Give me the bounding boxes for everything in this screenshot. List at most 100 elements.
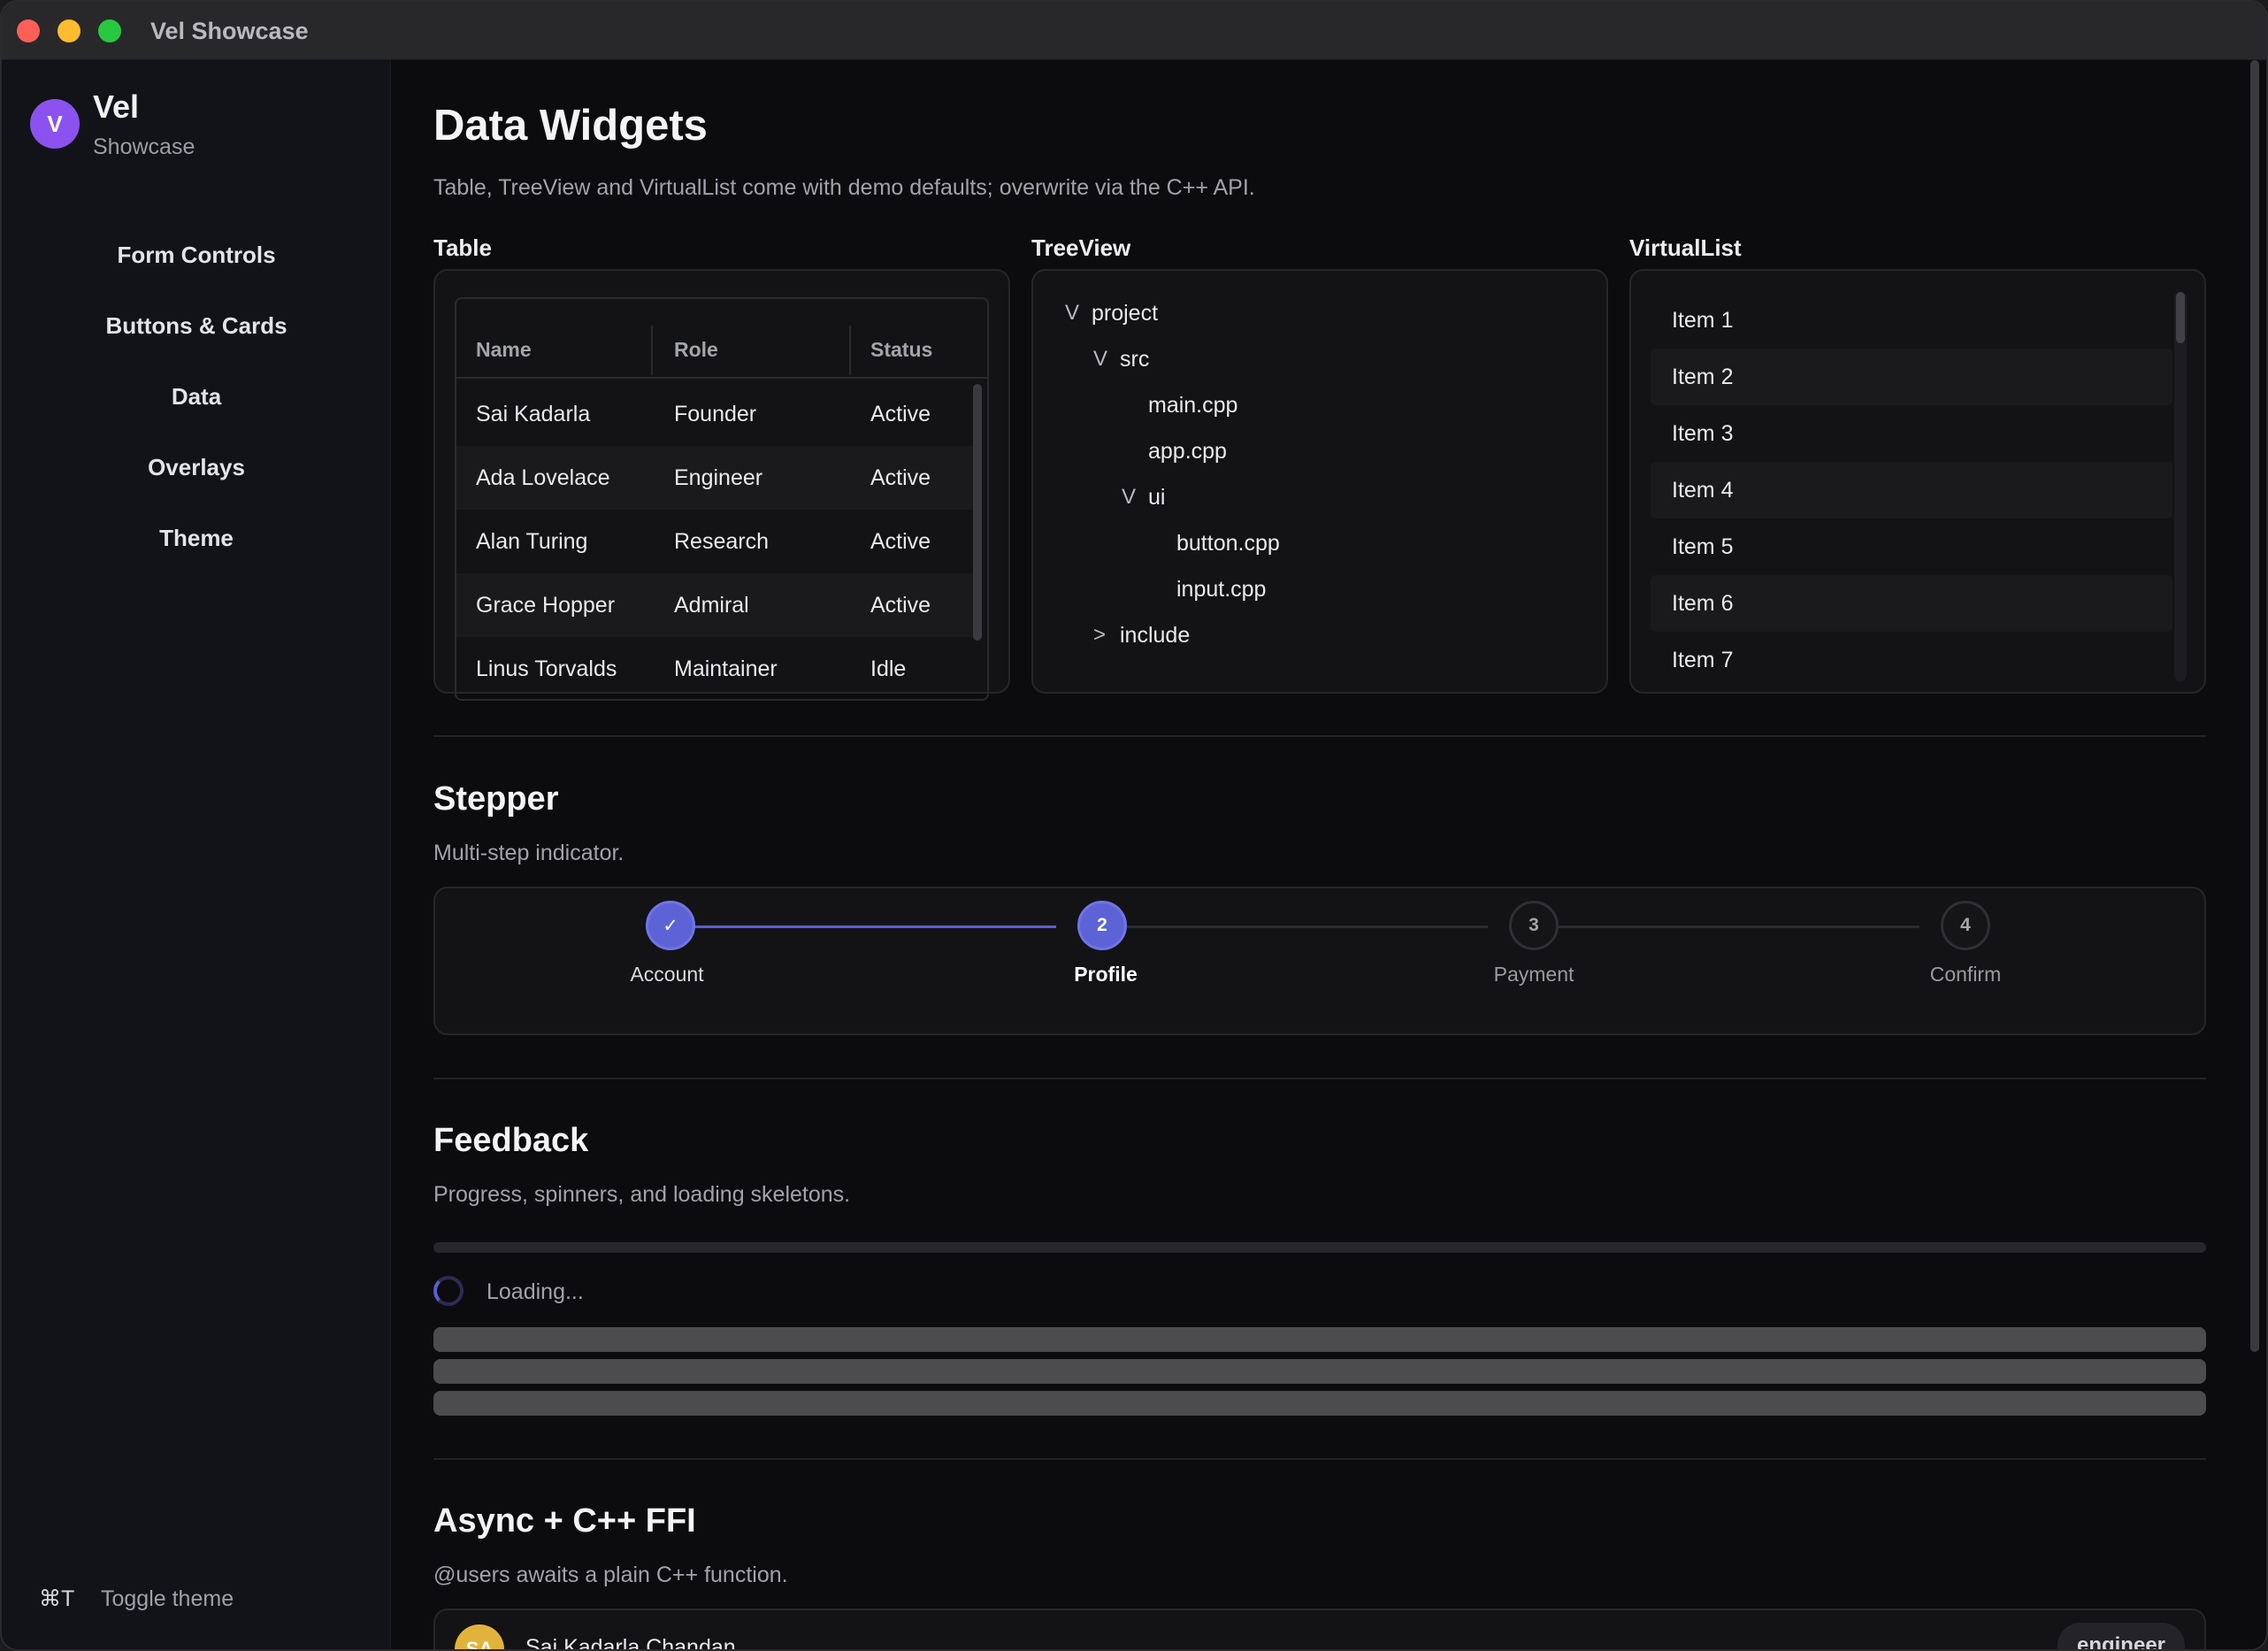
minimize-window-button[interactable] (57, 19, 80, 42)
list-item[interactable]: Item 3 (1651, 405, 2172, 462)
column-divider[interactable] (651, 326, 653, 375)
list-item[interactable]: Item 1 (1651, 292, 2172, 349)
skeleton-line (433, 1327, 2206, 1352)
treeview-panel: V project V src main.cpp app.cpp V ui bu… (1031, 269, 1608, 694)
section-title-async: Async + C++ FFI (433, 1502, 696, 1540)
tree-node[interactable]: input.cpp (1176, 577, 1266, 623)
tree-node[interactable]: button.cpp (1176, 531, 1280, 577)
table-label: Table (433, 234, 492, 261)
column-header-role[interactable]: Role (674, 338, 718, 362)
step-number[interactable]: 4 (1941, 901, 1990, 950)
table-cell: Sai Kadarla (476, 402, 591, 426)
list-item-label: Item 2 (1672, 365, 1734, 389)
step-label: Profile (1074, 963, 1138, 986)
app-window: Vel Showcase V Vel Showcase Form Control… (0, 0, 2268, 1651)
column-header-name[interactable]: Name (476, 338, 532, 362)
user-avatar: SA (455, 1624, 504, 1649)
theme-shortcut-hint: ⌘T (39, 1586, 75, 1611)
section-description-async: @users awaits a plain C++ function. (433, 1563, 788, 1587)
table-header: Name Role Status (456, 299, 987, 379)
tree-node[interactable]: main.cpp (1148, 393, 1237, 439)
window-title: Vel Showcase (150, 18, 309, 44)
user-card[interactable]: SA Sai Kadarla Chandan engineer (433, 1609, 2206, 1649)
virtuallist-panel: Item 1 Item 2 Item 3 Item 4 Item 5 Item … (1629, 269, 2206, 694)
column-header-status[interactable]: Status (870, 338, 932, 362)
virtuallist-label: VirtualList (1629, 234, 1742, 261)
step-number[interactable]: 2 (1077, 901, 1127, 950)
table-scrollbar[interactable] (973, 384, 982, 641)
virtuallist-scrollbar[interactable] (2174, 292, 2187, 681)
chevron-down-icon[interactable]: V (1122, 485, 1136, 510)
table-cell: Ada Lovelace (476, 465, 610, 490)
skeleton-line (433, 1359, 2206, 1384)
scrollbar-thumb[interactable] (2176, 292, 2185, 343)
brand-subtitle: Showcase (93, 134, 195, 159)
sidebar: V Vel Showcase Form Controls Buttons & C… (2, 60, 391, 1649)
table-cell: Active (870, 593, 931, 618)
list-item-label: Item 1 (1672, 308, 1734, 333)
title-bar: Vel Showcase (2, 2, 2266, 60)
section-divider (433, 1078, 2206, 1079)
sidebar-item-overlays[interactable]: Overlays (2, 432, 391, 503)
section-title-stepper: Stepper (433, 780, 559, 818)
table-row[interactable]: Grace Hopper Admiral Active (456, 573, 978, 637)
table-panel: Name Role Status Sai Kadarla Founder Act… (433, 269, 1010, 701)
zoom-window-button[interactable] (98, 19, 121, 42)
brand-name: Vel (93, 88, 140, 125)
chevron-down-icon[interactable]: V (1093, 347, 1107, 372)
close-window-button[interactable] (17, 19, 40, 42)
table-cell: Research (674, 529, 769, 554)
table-cell: Alan Turing (476, 529, 588, 554)
list-item-label: Item 5 (1672, 534, 1734, 559)
list-item-label: Item 4 (1672, 478, 1734, 503)
tree-node[interactable]: ui (1148, 485, 1165, 531)
list-item[interactable]: Item 2 (1651, 349, 2172, 405)
list-item[interactable]: Item 7 (1651, 632, 2172, 681)
main-scrollbar[interactable] (2249, 60, 2261, 1649)
sidebar-item-data[interactable]: Data (2, 361, 391, 432)
sidebar-item-theme[interactable]: Theme (2, 503, 391, 573)
table-cell: Active (870, 402, 931, 426)
list-item[interactable]: Item 6 (1651, 575, 2172, 632)
step-check-icon[interactable]: ✓ (646, 901, 695, 950)
table-row[interactable]: Ada Lovelace Engineer Active (456, 446, 978, 510)
tree-node[interactable]: app.cpp (1148, 439, 1227, 485)
table-cell: Maintainer (674, 657, 778, 681)
progress-bar (433, 1242, 2206, 1253)
list-item-label: Item 6 (1672, 591, 1734, 616)
section-description-feedback: Progress, spinners, and loading skeleton… (433, 1182, 851, 1207)
table-cell: Founder (674, 402, 757, 426)
sidebar-item-buttons-cards[interactable]: Buttons & Cards (2, 290, 391, 361)
section-description-data-widgets: Table, TreeView and VirtualList come wit… (433, 175, 1255, 200)
column-divider[interactable] (849, 326, 851, 375)
table-cell: Active (870, 529, 931, 554)
list-item-label: Item 7 (1672, 648, 1734, 672)
scrollbar-thumb[interactable] (2250, 60, 2259, 1352)
table-cell: Linus Torvalds (476, 657, 617, 681)
stepper-panel: ✓ 2 3 4 Account Profile Payment Confirm (433, 887, 2206, 1035)
chevron-right-icon[interactable]: > (1093, 623, 1106, 648)
sidebar-nav: Form Controls Buttons & Cards Data Overl… (2, 219, 391, 573)
step-number[interactable]: 3 (1509, 901, 1559, 950)
list-item[interactable]: Item 5 (1651, 518, 2172, 575)
list-item-label: Item 3 (1672, 421, 1734, 446)
table-row[interactable]: Sai Kadarla Founder Active (456, 382, 978, 446)
treeview-label: TreeView (1031, 234, 1131, 261)
data-table[interactable]: Name Role Status Sai Kadarla Founder Act… (455, 297, 989, 701)
list-item[interactable]: Item 4 (1651, 462, 2172, 518)
sidebar-item-form-controls[interactable]: Form Controls (2, 219, 391, 290)
tree-node[interactable]: src (1120, 347, 1149, 393)
tree-node[interactable]: project (1092, 301, 1158, 347)
table-row[interactable]: Alan Turing Research Active (456, 510, 978, 573)
skeleton-line (433, 1391, 2206, 1416)
table-cell: Engineer (674, 465, 763, 490)
brand-avatar: V (30, 99, 80, 149)
tree-node[interactable]: include (1120, 623, 1190, 669)
table-row[interactable]: Linus Torvalds Maintainer Idle (456, 637, 978, 699)
section-title-feedback: Feedback (433, 1122, 589, 1159)
chevron-down-icon[interactable]: V (1065, 301, 1079, 326)
toggle-theme-button[interactable]: Toggle theme (101, 1586, 234, 1612)
step-label: Payment (1493, 963, 1575, 986)
section-divider (433, 1458, 2206, 1460)
loading-text: Loading... (487, 1279, 584, 1304)
